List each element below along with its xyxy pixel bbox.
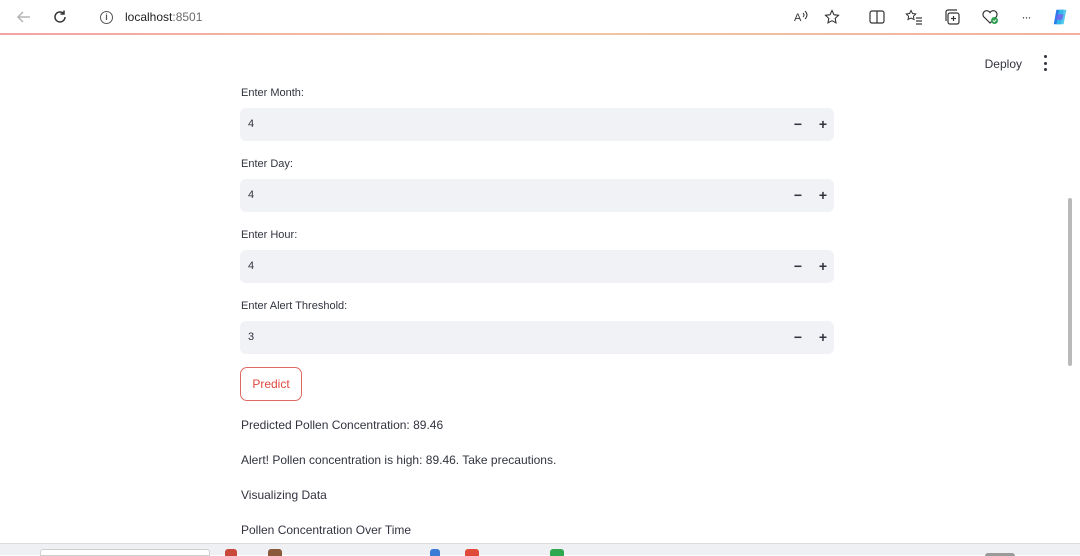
hour-increment-button[interactable]: + [815, 258, 831, 274]
reload-icon[interactable] [50, 7, 70, 27]
prediction-text: Predicted Pollen Concentration: 89.46 [241, 418, 444, 432]
info-icon[interactable]: i [100, 10, 113, 24]
deploy-button[interactable]: Deploy [985, 57, 1022, 71]
month-input[interactable]: 4 − + [240, 108, 834, 141]
url-port: :8501 [172, 10, 203, 24]
threshold-decrement-button[interactable]: − [790, 329, 806, 345]
more-icon[interactable]: ··· [1017, 8, 1035, 26]
day-decrement-button[interactable]: − [790, 187, 806, 203]
hour-input[interactable]: 4 − + [240, 250, 834, 283]
hour-label: Enter Hour: [241, 229, 298, 241]
copilot-icon[interactable] [1051, 8, 1069, 26]
threshold-value[interactable]: 3 [248, 331, 254, 343]
day-label: Enter Day: [241, 158, 293, 170]
visualizing-heading: Visualizing Data [241, 488, 327, 502]
taskbar [0, 543, 1080, 556]
browser-toolbar: i localhost:8501 A ··· [0, 0, 1080, 34]
month-decrement-button[interactable]: − [790, 116, 806, 132]
page-scrollbar[interactable] [1068, 198, 1072, 366]
predict-button[interactable]: Predict [240, 367, 302, 401]
day-input[interactable]: 4 − + [240, 179, 834, 212]
star-icon[interactable] [823, 8, 841, 26]
hour-decrement-button[interactable]: − [790, 258, 806, 274]
threshold-increment-button[interactable]: + [815, 329, 831, 345]
back-arrow-icon[interactable] [14, 7, 34, 27]
read-aloud-icon[interactable]: A [793, 8, 811, 26]
hour-value[interactable]: 4 [248, 260, 254, 272]
day-increment-button[interactable]: + [815, 187, 831, 203]
browser-essentials-icon[interactable] [981, 8, 999, 26]
month-value[interactable]: 4 [248, 118, 254, 130]
url-host: localhost [125, 10, 173, 24]
address-bar[interactable]: i localhost:8501 [100, 10, 202, 24]
chart-heading: Pollen Concentration Over Time [241, 523, 412, 537]
collections-icon[interactable] [944, 8, 962, 26]
threshold-label: Enter Alert Threshold: [241, 300, 348, 312]
favorites-icon[interactable] [905, 8, 923, 26]
month-increment-button[interactable]: + [815, 116, 831, 132]
split-screen-icon[interactable] [868, 8, 886, 26]
month-label: Enter Month: [241, 87, 304, 99]
day-value[interactable]: 4 [248, 189, 254, 201]
alert-text: Alert! Pollen concentration is high: 89.… [241, 453, 557, 467]
threshold-input[interactable]: 3 − + [240, 321, 834, 354]
svg-text:A: A [794, 12, 802, 24]
streamlit-app: Deploy Enter Month: 4 − + Enter Day: 4 −… [0, 35, 1080, 543]
main-menu-icon[interactable] [1040, 55, 1050, 71]
